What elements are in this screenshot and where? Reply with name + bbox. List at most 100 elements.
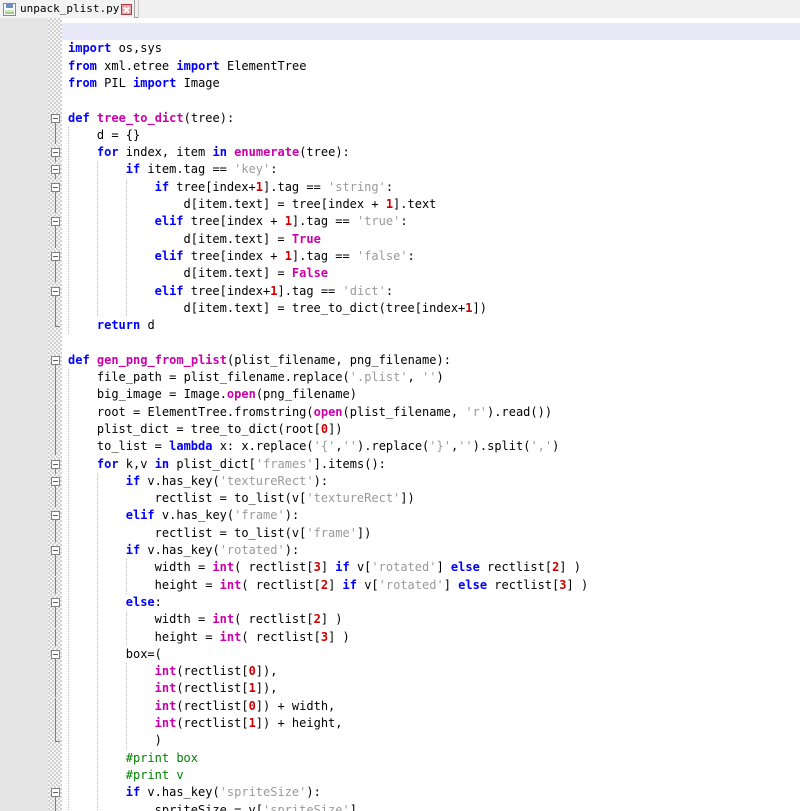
code-line[interactable]: d[item.text] = tree[index + 1].text (184, 196, 437, 213)
fold-toggle-icon[interactable] (51, 356, 60, 365)
fold-toggle-icon[interactable] (51, 477, 60, 486)
token-num: 3 (320, 630, 329, 644)
fold-toggle-icon[interactable] (51, 287, 60, 296)
token-str: 'spriteSize' (219, 785, 307, 799)
code-line[interactable]: height = int( rectlist[3] ) (155, 629, 350, 646)
token-op: (tree): (183, 111, 235, 125)
code-line[interactable]: from PIL import Image (68, 75, 220, 92)
code-line[interactable]: for k,v in plist_dict['frames'].items(): (97, 456, 386, 473)
token-num: 0 (320, 422, 329, 436)
token-op: (rectlist[ (176, 664, 249, 678)
editor-tab-unpack-plist-py[interactable]: unpack_plist.py (0, 0, 136, 18)
token-id (90, 353, 97, 367)
token-id: ]) (328, 422, 343, 436)
code-line[interactable]: def tree_to_dict(tree): (68, 110, 234, 127)
code-line[interactable]: to_list = lambda x: x.replace('{','').re… (97, 438, 559, 455)
fold-vertical-line (55, 317, 56, 326)
fold-toggle-icon[interactable] (51, 252, 60, 261)
code-line[interactable]: import os,sys (68, 40, 162, 57)
fold-toggle-icon[interactable] (51, 650, 60, 659)
code-line[interactable]: height = int( rectlist[2] if v['rotated'… (155, 577, 589, 594)
code-line[interactable]: from xml.etree import ElementTree (68, 58, 306, 75)
fold-vertical-line (55, 680, 56, 697)
fold-toggle-icon[interactable] (51, 148, 60, 157)
token-num: 2 (320, 578, 329, 592)
code-line[interactable]: file_path = plist_filename.replace('.pli… (97, 369, 444, 386)
code-line[interactable]: elif tree[index + 1].tag == 'true': (155, 213, 408, 230)
indent-guide (96, 473, 98, 811)
code-line[interactable]: if v.has_key('rotated'): (126, 542, 299, 559)
code-line[interactable]: root = ElementTree.fromstring(open(plist… (97, 404, 552, 421)
fold-toggle-icon[interactable] (51, 546, 60, 555)
token-id: to_list = (96, 439, 170, 453)
code-line[interactable]: width = int( rectlist[2] ) (155, 611, 343, 628)
fold-end-tick (55, 326, 60, 327)
fold-vertical-line (55, 663, 56, 680)
token-str: 'textureRect' (219, 474, 314, 488)
code-line[interactable]: spriteSize = v['spriteSize'] (155, 802, 357, 811)
code-line[interactable]: d[item.text] = False (184, 265, 329, 282)
token-id: , (335, 439, 343, 453)
fold-toggle-icon[interactable] (51, 183, 60, 192)
code-line[interactable]: ) (155, 732, 162, 749)
token-id: tree[index+ (169, 180, 256, 194)
token-fn: open (313, 405, 343, 419)
fold-vertical-line (55, 265, 56, 282)
code-line[interactable]: width = int( rectlist[3] if v['rotated']… (155, 559, 581, 576)
code-line[interactable]: else: (126, 594, 162, 611)
fold-toggle-icon[interactable] (51, 788, 60, 797)
code-line[interactable]: elif v.has_key('frame'): (126, 507, 299, 524)
code-line[interactable]: rectlist = to_list(v['textureRect']) (155, 490, 415, 507)
fold-toggle-icon[interactable] (51, 114, 60, 123)
fold-toggle-icon[interactable] (51, 165, 60, 174)
token-kw: for (96, 457, 119, 471)
code-line[interactable]: box=( (126, 646, 162, 663)
fold-vertical-line (55, 559, 56, 576)
fold-toggle-icon[interactable] (51, 511, 60, 520)
code-line[interactable]: return d (97, 317, 155, 334)
code-line[interactable]: d[item.text] = tree_to_dict(tree[index+1… (184, 300, 487, 317)
code-line[interactable]: elif tree[index + 1].tag == 'false': (155, 248, 415, 265)
token-str: 'rotated' (219, 543, 285, 557)
token-id: v.has_key( (140, 543, 220, 557)
code-line[interactable]: if tree[index+1].tag == 'string': (155, 179, 393, 196)
fold-toggle-icon[interactable] (51, 217, 60, 226)
code-line[interactable]: int(rectlist[1]), (155, 680, 278, 697)
token-num: 1 (248, 681, 256, 695)
token-str: 'rotated' (371, 560, 437, 574)
fold-connector-line (55, 469, 56, 474)
code-text-area[interactable]: #!pythonimport os,sysfrom xml.etree impo… (62, 18, 800, 811)
token-op: ): (284, 508, 300, 522)
fold-vertical-line (55, 629, 56, 646)
code-line[interactable]: rectlist = to_list(v['frame']) (155, 525, 372, 542)
token-id: box=( (125, 647, 162, 661)
code-line[interactable]: int(rectlist[0]), (155, 663, 278, 680)
token-id: width = (154, 612, 213, 626)
code-line[interactable]: plist_dict = tree_to_dict(root[0]) (97, 421, 343, 438)
code-line[interactable]: #print v (126, 767, 184, 784)
fold-toggle-icon[interactable] (51, 460, 60, 469)
token-str: 'frame' (234, 508, 285, 522)
fold-toggle-icon[interactable] (51, 598, 60, 607)
code-line[interactable]: int(rectlist[1]) + height, (155, 715, 343, 732)
code-editor[interactable]: 1234567891011121314151617181920212223242… (0, 18, 800, 811)
token-id: plist_dict[ (169, 457, 256, 471)
code-line[interactable]: for index, item in enumerate(tree): (97, 144, 350, 161)
token-id (90, 111, 97, 125)
token-num: 3 (559, 578, 567, 592)
code-line[interactable]: def gen_png_from_plist(plist_filename, p… (68, 352, 451, 369)
code-line[interactable]: elif tree[index+1].tag == 'dict': (155, 283, 393, 300)
code-line[interactable]: if v.has_key('spriteSize'): (126, 784, 321, 801)
token-fn: True (291, 232, 321, 246)
code-line[interactable]: d[item.text] = True (184, 231, 321, 248)
code-line[interactable]: big_image = Image.open(png_filename) (97, 386, 357, 403)
token-id: d = {} (96, 128, 141, 142)
code-line[interactable]: int(rectlist[0]) + width, (155, 698, 336, 715)
token-kw: for (96, 145, 119, 159)
code-line[interactable]: #print box (126, 750, 198, 767)
code-line[interactable]: d = {} (97, 127, 140, 144)
close-icon[interactable] (121, 3, 133, 15)
code-line[interactable]: if v.has_key('textureRect'): (126, 473, 328, 490)
code-line[interactable]: if item.tag == 'key': (126, 161, 278, 178)
token-str: 'frames' (255, 457, 314, 471)
